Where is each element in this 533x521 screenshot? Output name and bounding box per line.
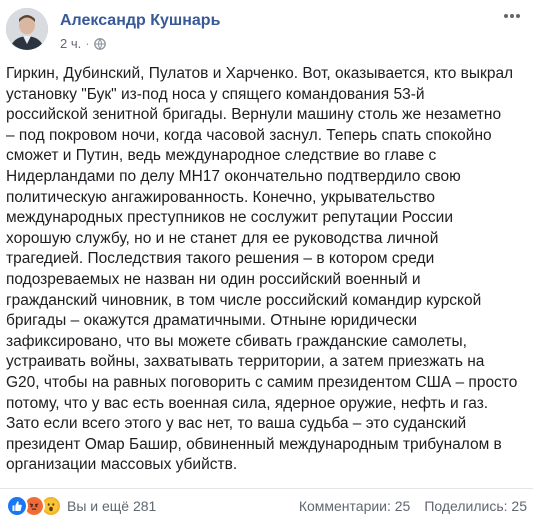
post-text: Гиркин, Дубинский, Пулатов и Харченко. В… <box>6 65 518 474</box>
post-stats: Комментарии: 25 Поделились: 25 <box>299 498 527 514</box>
meta-separator: · <box>85 36 90 51</box>
more-options-icon[interactable] <box>501 8 523 24</box>
facebook-post: Александр Кушнарь 2 ч. · Гиркин, Дубинск… <box>0 0 533 521</box>
post-header: Александр Кушнарь 2 ч. · <box>6 6 527 62</box>
avatar[interactable] <box>6 8 48 50</box>
avatar-image <box>6 8 48 50</box>
reactions-count[interactable]: Вы и ещё 281 <box>67 498 156 514</box>
like-icon <box>6 495 28 517</box>
globe-icon[interactable] <box>93 37 106 50</box>
post-footer: Вы и ещё 281 Комментарии: 25 Поделились:… <box>0 488 533 521</box>
reactions-summary[interactable]: Вы и ещё 281 <box>6 495 156 517</box>
author-name[interactable]: Александр Кушнарь <box>60 12 220 30</box>
post-time[interactable]: 2 ч. <box>60 36 81 51</box>
comments-count[interactable]: Комментарии: 25 <box>299 498 411 514</box>
post-meta: 2 ч. · <box>60 36 106 51</box>
shares-count[interactable]: Поделились: 25 <box>424 498 527 514</box>
